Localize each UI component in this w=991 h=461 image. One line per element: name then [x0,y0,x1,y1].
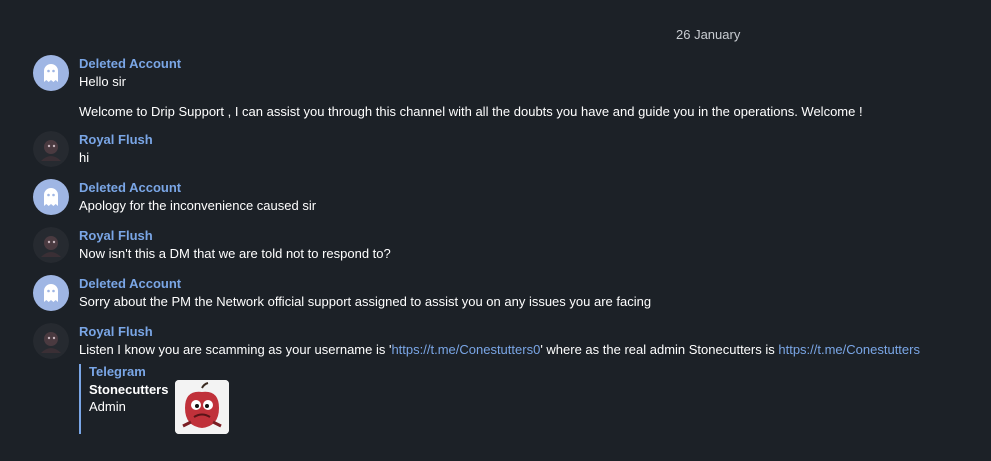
sender-name[interactable]: Deleted Account [79,180,181,195]
link-preview-site: Telegram [89,364,146,379]
link-preview-title: Stonecutters [89,382,169,397]
message-text: Welcome to Drip Support , I can assist y… [79,104,863,119]
message-text: Hello sir [79,74,126,89]
avatar[interactable] [33,323,69,359]
ghost-icon [44,284,58,302]
message-text: Sorry about the PM the Network official … [79,294,652,309]
message-link[interactable]: https://t.me/Conestutters0 [391,342,540,357]
profile-picture-icon [33,131,69,167]
link-preview[interactable]: Telegram Stonecutters Admin [79,364,241,434]
avatar[interactable] [33,131,69,167]
ghost-avatar[interactable] [33,179,69,215]
sender-name[interactable]: Deleted Account [79,276,181,291]
ghost-icon [44,64,58,82]
avatar[interactable] [33,227,69,263]
sender-name[interactable]: Royal Flush [79,132,153,147]
date-separator: 26 January [676,27,741,42]
message-text-part: Listen I know you are scamming as your u… [79,342,392,357]
profile-picture-icon [33,227,69,263]
message-text: hi [79,150,90,165]
message-text-part: ' where as the real admin Stonecutters i… [540,342,779,357]
link-preview-thumbnail [175,380,229,434]
cartoon-apple-icon [175,380,229,434]
message-text: Apology for the inconvenience caused sir [79,198,317,213]
message-link[interactable]: https://t.me/Conestutters [778,342,920,357]
message-text: Listen I know you are scamming as your u… [79,342,920,357]
sender-name[interactable]: Royal Flush [79,324,153,339]
ghost-icon [44,188,58,206]
profile-picture-icon [33,323,69,359]
message-text: Now isn't this a DM that we are told not… [79,246,391,261]
ghost-avatar[interactable] [33,275,69,311]
link-preview-description: Admin [89,399,126,414]
sender-name[interactable]: Deleted Account [79,56,181,71]
sender-name[interactable]: Royal Flush [79,228,153,243]
ghost-avatar[interactable] [33,55,69,91]
